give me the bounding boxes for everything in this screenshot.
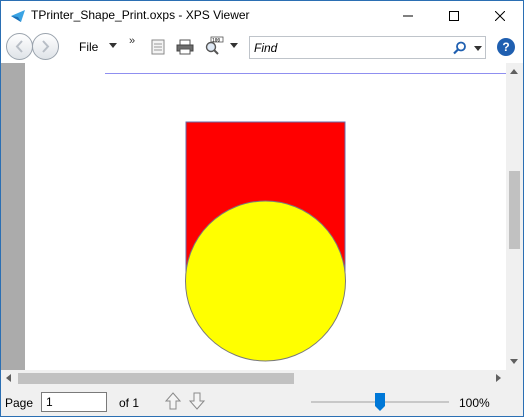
maximize-icon <box>449 11 459 21</box>
horizontal-scroll-thumb[interactable] <box>18 373 294 384</box>
find-options-dropdown-icon[interactable] <box>474 46 482 51</box>
printer-icon[interactable] <box>176 39 194 55</box>
toolbar: File » 100 ? <box>1 31 523 63</box>
find-box <box>249 36 486 59</box>
search-icon[interactable] <box>453 41 467 55</box>
previous-page-icon[interactable] <box>165 392 181 410</box>
find-input[interactable] <box>254 40 444 56</box>
page-count-label: of 1 <box>119 396 140 410</box>
scroll-right-icon[interactable] <box>496 374 501 382</box>
minimize-button[interactable] <box>385 1 431 31</box>
xps-viewer-window: TPrinter_Shape_Print.oxps - XPS Viewer F… <box>0 0 524 417</box>
zoom-level: 100% <box>459 396 490 410</box>
back-icon <box>15 40 23 53</box>
title-bar: TPrinter_Shape_Print.oxps - XPS Viewer <box>1 1 523 31</box>
next-page-icon[interactable] <box>189 392 205 410</box>
zoom-slider-thumb[interactable] <box>375 393 385 411</box>
status-bar: Page of 1 100% <box>1 387 523 416</box>
horizontal-scrollbar[interactable] <box>1 370 506 387</box>
scroll-up-icon[interactable] <box>510 69 518 74</box>
file-menu-dropdown-icon[interactable] <box>109 43 117 48</box>
page-label: Page <box>5 396 34 410</box>
close-icon <box>495 11 505 21</box>
yellow-circle <box>185 200 346 362</box>
scrollbar-corner <box>506 370 523 387</box>
zoom-icon[interactable]: 100 <box>204 36 224 56</box>
vertical-scroll-thumb[interactable] <box>509 171 520 249</box>
scroll-left-icon[interactable] <box>6 374 11 382</box>
file-menu[interactable]: File <box>79 40 98 54</box>
scroll-down-icon[interactable] <box>510 359 518 364</box>
page-number-input[interactable] <box>41 392 107 412</box>
vertical-scrollbar[interactable] <box>506 63 523 370</box>
xps-app-icon <box>11 10 25 22</box>
forward-button[interactable] <box>32 33 59 60</box>
zoom-dropdown-icon[interactable] <box>230 43 238 48</box>
toolbar-overflow-button[interactable]: » <box>129 35 135 47</box>
shapes-drawing <box>185 121 346 362</box>
document-icon[interactable] <box>151 39 165 55</box>
close-button[interactable] <box>477 1 523 31</box>
help-icon[interactable]: ? <box>497 38 515 56</box>
maximize-button[interactable] <box>431 1 477 31</box>
back-button[interactable] <box>6 33 33 60</box>
minimize-icon <box>403 15 413 17</box>
window-title: TPrinter_Shape_Print.oxps - XPS Viewer <box>31 8 250 22</box>
document-page <box>25 63 506 370</box>
forward-icon <box>42 40 50 53</box>
document-viewport <box>1 63 506 370</box>
